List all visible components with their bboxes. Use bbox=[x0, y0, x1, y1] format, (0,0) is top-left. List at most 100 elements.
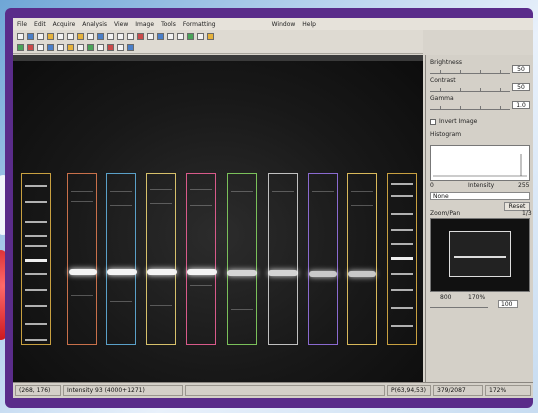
zoom-field[interactable]: 100 bbox=[498, 300, 518, 308]
background-icon[interactable] bbox=[97, 44, 104, 51]
ladder-band bbox=[391, 183, 413, 185]
sample-lane-5[interactable] bbox=[227, 173, 257, 345]
grid-icon[interactable] bbox=[17, 44, 24, 51]
faint-band bbox=[351, 205, 373, 206]
main-band bbox=[348, 271, 376, 277]
ladder-band bbox=[391, 213, 413, 215]
pencil-icon[interactable] bbox=[207, 32, 214, 40]
print-icon[interactable] bbox=[47, 32, 54, 40]
main-band bbox=[187, 269, 217, 275]
menu-help[interactable]: Help bbox=[302, 21, 316, 28]
ladder-band bbox=[391, 257, 413, 260]
faint-band bbox=[150, 203, 172, 204]
sample-lane-3[interactable] bbox=[146, 173, 176, 345]
new-icon[interactable] bbox=[17, 32, 24, 40]
cut-icon[interactable] bbox=[57, 32, 64, 40]
paste-icon[interactable] bbox=[77, 32, 84, 40]
redo-icon[interactable] bbox=[97, 32, 104, 40]
line-icon[interactable] bbox=[167, 32, 174, 40]
main-band bbox=[268, 270, 298, 276]
menu-view[interactable]: View bbox=[114, 21, 128, 28]
sample-lane-4[interactable] bbox=[186, 173, 216, 345]
analysis-toolbar bbox=[13, 42, 423, 54]
faint-band bbox=[71, 201, 93, 202]
ladder-band bbox=[391, 325, 413, 327]
export-icon[interactable] bbox=[117, 44, 124, 51]
open-icon[interactable] bbox=[27, 32, 34, 40]
marker-icon[interactable] bbox=[137, 32, 144, 40]
save-icon[interactable] bbox=[37, 32, 44, 40]
overview-thumbnail[interactable] bbox=[430, 218, 530, 292]
menu-window[interactable]: Window bbox=[272, 21, 296, 28]
overview-page: 1/3 bbox=[522, 210, 532, 217]
contrast-label: Contrast bbox=[430, 77, 456, 84]
contrast-slider[interactable] bbox=[430, 86, 510, 92]
status-pixel: P(63,94,53) bbox=[387, 385, 431, 396]
text-icon[interactable] bbox=[157, 32, 164, 40]
align-icon[interactable] bbox=[37, 44, 44, 51]
histogram-axis-label: Intensity bbox=[468, 182, 495, 189]
menu-formatting[interactable]: Formatting bbox=[183, 21, 216, 28]
select-icon[interactable] bbox=[107, 32, 114, 40]
status-coords: (268, 176) bbox=[15, 385, 61, 396]
faint-band bbox=[190, 285, 212, 286]
ellipse-icon[interactable] bbox=[127, 32, 134, 40]
thumbnail-viewport[interactable] bbox=[449, 231, 511, 277]
menu-image[interactable]: Image bbox=[135, 21, 154, 28]
chart-icon[interactable] bbox=[87, 44, 94, 51]
gel-image-canvas[interactable] bbox=[13, 55, 423, 382]
faint-band bbox=[231, 191, 253, 192]
zoom-percent-label: 170% bbox=[468, 294, 486, 301]
delete-icon[interactable] bbox=[27, 44, 34, 51]
menu-edit[interactable]: Edit bbox=[34, 21, 46, 28]
faint-band bbox=[71, 295, 93, 296]
lane-icon[interactable] bbox=[187, 32, 194, 40]
table-icon[interactable] bbox=[77, 44, 84, 51]
gamma-label: Gamma bbox=[430, 95, 454, 102]
status-intensity: Intensity 93 (4000+1271) bbox=[63, 385, 183, 396]
menu-analysis[interactable]: Analysis bbox=[82, 21, 107, 28]
faint-band bbox=[272, 191, 294, 192]
rectangle-icon[interactable] bbox=[117, 32, 124, 40]
copy-icon[interactable] bbox=[67, 32, 74, 40]
contrast-field[interactable]: 50 bbox=[512, 83, 530, 91]
brightness-slider[interactable] bbox=[430, 68, 510, 74]
gamma-field[interactable]: 1.0 bbox=[512, 101, 530, 109]
faint-band bbox=[312, 191, 334, 192]
calibrate-icon[interactable] bbox=[57, 44, 64, 51]
sample-lane-8[interactable] bbox=[347, 173, 377, 345]
invert-checkbox[interactable] bbox=[430, 119, 436, 125]
sample-lane-1[interactable] bbox=[67, 173, 97, 345]
ladder-band bbox=[25, 259, 47, 262]
zoom-icon[interactable] bbox=[147, 32, 154, 40]
main-toolbar bbox=[13, 30, 423, 42]
status-bar: (268, 176) Intensity 93 (4000+1271) P(63… bbox=[13, 382, 533, 398]
status-size: 379/2087 bbox=[433, 385, 483, 396]
ladder-band bbox=[25, 245, 47, 247]
mode-select[interactable]: None bbox=[430, 192, 530, 200]
arrow-icon[interactable] bbox=[177, 32, 184, 40]
ladder-band bbox=[25, 235, 47, 237]
main-band bbox=[227, 270, 257, 276]
ladder-band bbox=[391, 307, 413, 309]
menu-file[interactable]: File bbox=[17, 21, 27, 28]
mw-icon[interactable] bbox=[107, 44, 114, 51]
zoom-slider[interactable] bbox=[430, 302, 488, 308]
sample-lane-7[interactable] bbox=[308, 173, 338, 345]
menu-tools[interactable]: Tools bbox=[161, 21, 176, 28]
profile-icon[interactable] bbox=[47, 44, 54, 51]
invert-label: Invert Image bbox=[439, 118, 478, 125]
brightness-field[interactable]: 50 bbox=[512, 65, 530, 73]
menu-acquire[interactable]: Acquire bbox=[53, 21, 76, 28]
sample-lane-2[interactable] bbox=[106, 173, 136, 345]
ladder-band bbox=[25, 339, 47, 341]
sample-lane-6[interactable] bbox=[268, 173, 298, 345]
settings-icon[interactable] bbox=[127, 44, 134, 51]
histogram-max: 255 bbox=[518, 182, 530, 189]
band-icon[interactable] bbox=[197, 32, 204, 40]
gamma-slider[interactable] bbox=[430, 104, 510, 110]
overview-label: Zoom/Pan bbox=[430, 210, 461, 217]
report-icon[interactable] bbox=[67, 44, 74, 51]
undo-icon[interactable] bbox=[87, 32, 94, 40]
ladder-band bbox=[25, 305, 47, 307]
